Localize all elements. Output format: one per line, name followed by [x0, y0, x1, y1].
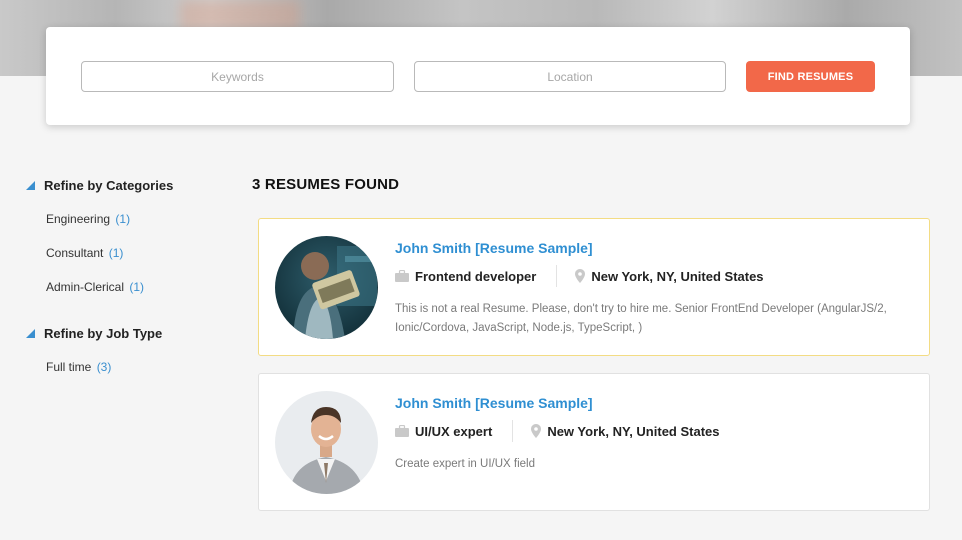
job-type-count: (3)	[96, 360, 112, 374]
resume-role: Frontend developer	[395, 269, 536, 284]
categories-heading-label: Refine by Categories	[44, 177, 174, 193]
resume-location: New York, NY, United States	[531, 423, 720, 439]
job-type-filter: Refine by Job Type Full time (3)	[26, 324, 162, 384]
resume-name-link[interactable]: John Smith [Resume Sample]	[395, 395, 593, 411]
person-with-laptop-photo	[275, 236, 378, 339]
resume-location-label: New York, NY, United States	[547, 423, 720, 439]
resume-card[interactable]: John Smith [Resume Sample] Frontend deve…	[258, 218, 930, 356]
find-resumes-button[interactable]: FIND RESUMES	[746, 61, 875, 92]
map-pin-icon	[575, 269, 586, 283]
meta-divider	[512, 420, 514, 442]
resume-name-link[interactable]: John Smith [Resume Sample]	[395, 240, 593, 256]
results-count-title: 3 RESUMES FOUND	[252, 176, 400, 193]
triangle-toggle-icon	[26, 180, 35, 190]
briefcase-icon	[395, 270, 409, 282]
resume-description: Create expert in UI/UX field	[395, 458, 535, 470]
resume-meta: UI/UX expert New York, NY, United States	[395, 420, 720, 442]
job-type-item-full-time[interactable]: Full time (3)	[46, 350, 162, 384]
category-count: (1)	[115, 212, 131, 226]
categories-list: Engineering (1) Consultant (1) Admin-Cle…	[46, 202, 226, 304]
resume-description: This is not a real Resume. Please, don't…	[395, 303, 887, 334]
map-pin-icon	[531, 424, 542, 438]
resume-location: New York, NY, United States	[575, 268, 764, 284]
location-input[interactable]	[414, 61, 726, 92]
sidebar: Refine by Categories Engineering (1) Con…	[26, 176, 226, 374]
category-item-consultant[interactable]: Consultant (1)	[46, 236, 226, 270]
keywords-input[interactable]	[81, 61, 394, 92]
categories-heading[interactable]: Refine by Categories	[26, 176, 226, 194]
meta-divider	[556, 265, 558, 287]
category-count: (1)	[129, 280, 145, 294]
job-type-heading-label: Refine by Job Type	[44, 325, 163, 341]
resume-role: UI/UX expert	[395, 424, 492, 439]
triangle-toggle-icon	[26, 328, 35, 338]
category-item-admin-clerical[interactable]: Admin-Clerical (1)	[46, 270, 226, 304]
categories-filter: Refine by Categories Engineering (1) Con…	[26, 176, 226, 304]
job-type-heading[interactable]: Refine by Job Type	[26, 324, 162, 342]
job-type-label: Full time	[46, 360, 92, 374]
category-label: Engineering	[46, 212, 111, 226]
search-panel: FIND RESUMES	[46, 27, 910, 125]
category-item-engineering[interactable]: Engineering (1)	[46, 202, 226, 236]
resume-location-label: New York, NY, United States	[591, 268, 764, 284]
category-label: Consultant	[46, 246, 104, 260]
resume-role-label: UI/UX expert	[415, 423, 493, 439]
businessman-portrait-photo	[275, 391, 378, 494]
job-type-list: Full time (3)	[46, 350, 162, 384]
category-count: (1)	[108, 246, 124, 260]
resume-meta: Frontend developer New York, NY, United …	[395, 265, 764, 287]
category-label: Admin-Clerical	[46, 280, 125, 294]
resume-role-label: Frontend developer	[415, 268, 537, 284]
briefcase-icon	[395, 425, 409, 437]
resume-card[interactable]: John Smith [Resume Sample] UI/UX expert …	[258, 373, 930, 511]
